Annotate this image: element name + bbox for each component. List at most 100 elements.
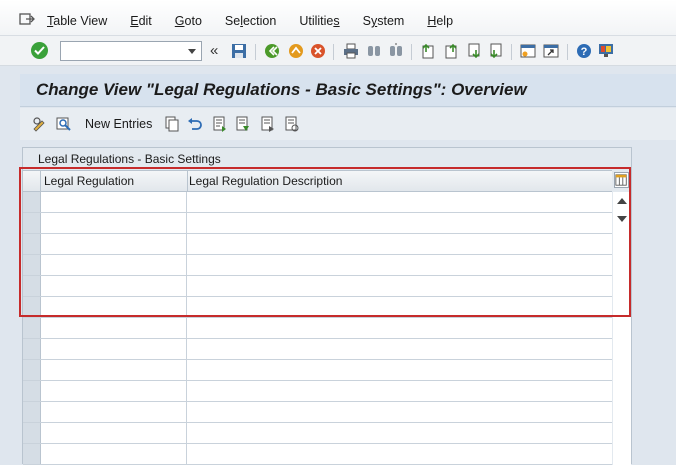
cell-legal-regulation[interactable] — [41, 381, 187, 401]
select-all-rows-button[interactable] — [23, 171, 41, 191]
previous-page-icon[interactable] — [443, 43, 459, 59]
enter-button[interactable] — [31, 42, 48, 59]
customize-layout-icon[interactable] — [598, 43, 614, 59]
menu-item[interactable]: Goto — [175, 14, 202, 28]
cell-legal-regulation[interactable] — [41, 444, 187, 464]
cell-legal-regulation-description[interactable] — [188, 213, 612, 233]
cell-legal-regulation-description[interactable] — [188, 339, 612, 359]
cell-legal-regulation-description[interactable] — [188, 423, 612, 443]
row-selector[interactable] — [23, 339, 41, 359]
menu-item[interactable]: Selection — [225, 14, 276, 28]
menu-bar: Table View Edit Goto Selection Utilities Syst… — [0, 0, 676, 36]
row-selector[interactable] — [23, 297, 41, 317]
menu-item-text: S — [362, 14, 371, 28]
row-selector[interactable] — [23, 444, 41, 464]
svg-text:?: ? — [581, 46, 588, 58]
chevron-down-icon[interactable] — [188, 49, 196, 54]
next-page-icon[interactable] — [466, 43, 482, 59]
table-row — [23, 255, 612, 276]
cell-legal-regulation-description[interactable] — [188, 381, 612, 401]
menu-item-text: dit — [138, 14, 152, 28]
print-icon[interactable] — [343, 43, 359, 59]
menu-item[interactable]: System — [363, 14, 405, 28]
cell-legal-regulation[interactable] — [41, 318, 187, 338]
collapse-command-field-button[interactable]: « — [210, 42, 218, 59]
cell-legal-regulation-description[interactable] — [188, 234, 612, 254]
menu-item-text: Utilitie — [299, 14, 334, 28]
table-row — [23, 402, 612, 423]
display-change-icon[interactable] — [32, 116, 48, 132]
row-selector[interactable] — [23, 423, 41, 443]
help-icon[interactable]: ? — [576, 43, 592, 59]
cell-legal-regulation[interactable] — [41, 360, 187, 380]
row-selector[interactable] — [23, 402, 41, 422]
menu-exit-icon[interactable] — [19, 12, 35, 26]
find-icon[interactable] — [366, 43, 382, 59]
toolbar-separator — [411, 44, 412, 60]
scroll-down-icon[interactable] — [617, 216, 627, 222]
scroll-up-icon[interactable] — [617, 198, 627, 204]
exit-icon[interactable] — [288, 43, 304, 59]
toolbar-separator — [255, 44, 256, 60]
cell-legal-regulation[interactable] — [41, 213, 187, 233]
menu-item[interactable]: Utilities — [299, 14, 339, 28]
cell-legal-regulation[interactable] — [41, 234, 187, 254]
row-selector[interactable] — [23, 234, 41, 254]
row-selector[interactable] — [23, 276, 41, 296]
menu-item-mnemonic: E — [130, 14, 139, 28]
table-row — [23, 192, 612, 213]
table-settings-icon[interactable] — [614, 172, 629, 188]
previous-entry-icon[interactable] — [235, 116, 251, 132]
cell-legal-regulation[interactable] — [41, 276, 187, 296]
menu-item[interactable]: Help — [427, 14, 453, 28]
row-selector[interactable] — [23, 213, 41, 233]
cell-legal-regulation[interactable] — [41, 402, 187, 422]
cell-legal-regulation[interactable] — [41, 255, 187, 275]
menu-item[interactable]: Edit — [130, 14, 152, 28]
cell-legal-regulation[interactable] — [41, 192, 187, 212]
row-selector[interactable] — [23, 318, 41, 338]
row-selector[interactable] — [23, 192, 41, 212]
column-header-legal-regulation[interactable]: Legal Regulation — [44, 174, 134, 188]
copy-as-icon[interactable] — [164, 116, 180, 132]
table-row — [23, 297, 612, 318]
cell-legal-regulation-description[interactable] — [188, 360, 612, 380]
select-all-icon[interactable] — [56, 116, 72, 132]
column-header-legal-regulation-description[interactable]: Legal Regulation Description — [189, 174, 342, 188]
menu-item[interactable]: Table View — [47, 14, 107, 28]
cell-legal-regulation-description[interactable] — [188, 402, 612, 422]
checkmark-icon — [34, 46, 45, 55]
cell-legal-regulation-description[interactable] — [188, 444, 612, 464]
undo-change-icon[interactable] — [187, 116, 203, 132]
cell-legal-regulation[interactable] — [41, 423, 187, 443]
new-entries-button[interactable]: New Entries — [85, 117, 152, 131]
back-icon[interactable] — [264, 43, 280, 59]
first-page-icon[interactable] — [420, 43, 436, 59]
cell-legal-regulation-description[interactable] — [188, 276, 612, 296]
cancel-icon[interactable] — [310, 43, 326, 59]
next-entry-icon[interactable] — [260, 116, 276, 132]
cell-legal-regulation-description[interactable] — [188, 255, 612, 275]
column-divider — [187, 171, 188, 191]
save-icon[interactable] — [231, 43, 247, 59]
command-field[interactable] — [60, 41, 202, 61]
cell-legal-regulation-description[interactable] — [188, 318, 612, 338]
cell-legal-regulation-description[interactable] — [188, 297, 612, 317]
new-session-icon[interactable] — [520, 43, 536, 59]
delimit-icon[interactable] — [212, 116, 228, 132]
menu-item-mnemonic: s — [333, 14, 340, 28]
cell-legal-regulation-description[interactable] — [188, 192, 612, 212]
print-field-list-icon[interactable] — [284, 116, 300, 132]
cell-legal-regulation[interactable] — [41, 297, 187, 317]
last-page-icon[interactable] — [488, 43, 504, 59]
screen-title-bar: Change View "Legal Regulations - Basic S… — [20, 74, 676, 107]
row-selector[interactable] — [23, 255, 41, 275]
table-row — [23, 339, 612, 360]
vertical-scrollbar[interactable] — [613, 192, 631, 465]
table-row — [23, 276, 612, 297]
row-selector[interactable] — [23, 360, 41, 380]
row-selector[interactable] — [23, 381, 41, 401]
find-next-icon[interactable] — [388, 43, 404, 59]
generate-shortcut-icon[interactable] — [543, 43, 559, 59]
cell-legal-regulation[interactable] — [41, 339, 187, 359]
